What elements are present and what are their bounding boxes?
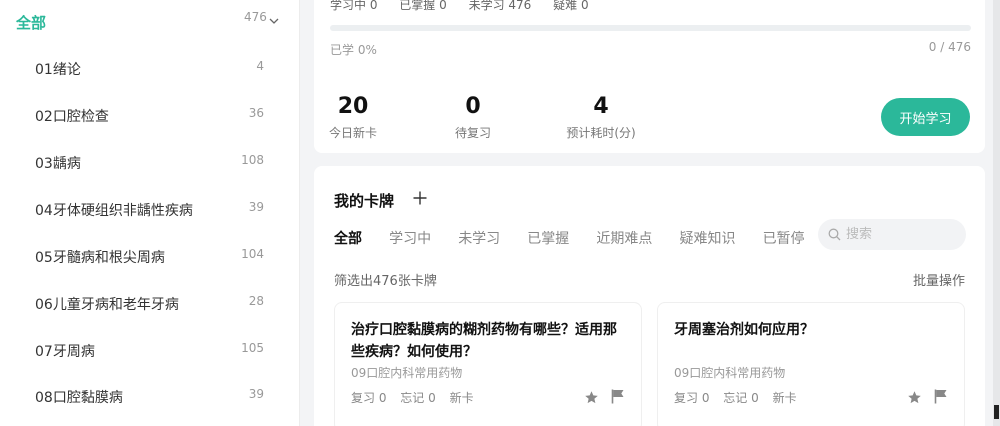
- category-item-label: 08口腔黏膜病: [35, 390, 123, 406]
- card-question: 牙周塞治剂如何应用？: [674, 322, 814, 338]
- batch-operation-link[interactable]: 批量操作: [913, 270, 965, 289]
- category-item[interactable]: 02口腔检查 36: [0, 96, 300, 136]
- category-all-count: 476: [244, 10, 267, 24]
- category-item-count: 4: [256, 59, 264, 73]
- status-hard: 疑难 0: [553, 0, 589, 12]
- my-cards-panel: 我的卡牌 全部 学习中 未学习 已掌握 近期难点 疑难知识 已暂停 筛选出476…: [314, 166, 985, 426]
- category-item[interactable]: 06儿童牙病和老年牙病 28: [0, 284, 300, 324]
- status-summary: 学习中 0 已掌握 0 未学习 476 疑难 0: [330, 0, 607, 13]
- category-item-count: 108: [241, 153, 264, 167]
- card-forget-count: 忘记 0: [400, 391, 436, 405]
- category-item[interactable]: 05牙髓病和根尖周病 104: [0, 237, 300, 277]
- metric-new-cards: 20 今日新卡: [326, 94, 380, 141]
- start-study-button[interactable]: 开始学习: [881, 98, 970, 136]
- category-item-label: 01绪论: [35, 62, 81, 78]
- category-item-label: 02口腔检查: [35, 109, 109, 125]
- category-item-count: 28: [248, 294, 264, 308]
- category-item-count: 39: [248, 387, 264, 401]
- card-stats: 复习 0 忘记 0 新卡: [674, 389, 807, 406]
- metric-estimated-time: 4 预计耗时(分): [566, 94, 636, 141]
- category-all[interactable]: 全部 476: [0, 0, 300, 44]
- metric-label: 预计耗时(分): [566, 126, 636, 140]
- tab-all[interactable]: 全部: [334, 228, 362, 248]
- category-item-count: 104: [241, 247, 264, 261]
- flag-icon[interactable]: [611, 389, 625, 404]
- metric-value: 20: [337, 94, 369, 119]
- star-icon[interactable]: [584, 390, 599, 405]
- star-icon[interactable]: [907, 390, 922, 405]
- filter-result-count: 筛选出476张卡牌: [334, 274, 437, 289]
- category-item-label: 03龋病: [35, 156, 81, 172]
- metric-value: 0: [465, 94, 481, 119]
- metric-to-review: 0 待复习: [453, 94, 493, 141]
- category-item-label: 06儿童牙病和老年牙病: [35, 297, 179, 313]
- metric-value: 4: [593, 94, 609, 119]
- status-mastered: 已掌握 0: [399, 0, 447, 12]
- chevron-down-icon[interactable]: [269, 16, 279, 26]
- category-item-count: 39: [248, 200, 264, 214]
- category-item[interactable]: 07牙周病 105: [0, 331, 300, 371]
- category-item[interactable]: 01绪论 4: [0, 49, 300, 89]
- scrollbar[interactable]: [993, 0, 1000, 426]
- metric-label: 待复习: [454, 126, 491, 140]
- progress-count: 0 / 476: [928, 40, 971, 54]
- flash-card[interactable]: 治疗口腔黏膜病的糊剂药物有哪些？适用那些疾病？如何使用？ 09口腔内科常用药物 …: [334, 302, 642, 426]
- category-item-label: 05牙髓病和根尖周病: [35, 250, 165, 266]
- card-status: 新卡: [449, 391, 474, 405]
- category-item-label: 04牙体硬组织非龋性疾病: [35, 203, 193, 219]
- search-box[interactable]: [818, 219, 966, 250]
- plus-icon[interactable]: [413, 191, 427, 205]
- card-status: 新卡: [772, 391, 797, 405]
- tab-learning[interactable]: 学习中: [389, 228, 431, 248]
- card-filter-tabs: 全部 学习中 未学习 已掌握 近期难点 疑难知识 已暂停: [334, 228, 827, 248]
- search-input[interactable]: [846, 225, 956, 244]
- status-learning: 学习中 0: [330, 0, 378, 12]
- category-item-count: 105: [241, 341, 264, 355]
- status-unlearned: 未学习 476: [468, 0, 532, 12]
- flag-icon[interactable]: [934, 389, 948, 404]
- tab-unlearned[interactable]: 未学习: [458, 228, 500, 248]
- panel-title: 我的卡牌: [334, 192, 395, 210]
- card-category: 09口腔内科常用药物: [674, 366, 786, 380]
- card-review-count: 复习 0: [674, 391, 710, 405]
- category-sidebar: 全部 476 01绪论 4 02口腔检查 36 03龋病 108 04牙体硬组织…: [0, 0, 300, 426]
- card-stats: 复习 0 忘记 0 新卡: [351, 389, 484, 406]
- tab-recent-difficult[interactable]: 近期难点: [596, 228, 652, 248]
- tab-paused[interactable]: 已暂停: [763, 228, 805, 248]
- study-stats-card: 学习中 0 已掌握 0 未学习 476 疑难 0 已学 0% 0 / 476 2…: [314, 0, 985, 153]
- flash-card[interactable]: 牙周塞治剂如何应用？ 09口腔内科常用药物 复习 0 忘记 0 新卡: [657, 302, 965, 426]
- card-category: 09口腔内科常用药物: [351, 366, 463, 380]
- category-item[interactable]: 03龋病 108: [0, 143, 300, 183]
- search-icon: [828, 228, 841, 241]
- metric-label: 今日新卡: [328, 126, 377, 140]
- progress-bar: [330, 25, 971, 31]
- category-item[interactable]: 04牙体硬组织非龋性疾病 39: [0, 190, 300, 230]
- category-all-label: 全部: [16, 14, 47, 32]
- card-forget-count: 忘记 0: [723, 391, 759, 405]
- category-item-label: 07牙周病: [35, 344, 95, 360]
- category-item-count: 36: [248, 106, 264, 120]
- scrollbar-thumb[interactable]: [994, 405, 999, 419]
- category-item[interactable]: 08口腔黏膜病 39: [0, 377, 300, 417]
- card-review-count: 复习 0: [351, 391, 387, 405]
- card-question: 治疗口腔黏膜病的糊剂药物有哪些？适用那些疾病？如何使用？: [351, 322, 617, 360]
- tab-hard-knowledge[interactable]: 疑难知识: [679, 228, 735, 248]
- tab-mastered[interactable]: 已掌握: [527, 228, 569, 248]
- progress-percent: 已学 0%: [330, 43, 377, 57]
